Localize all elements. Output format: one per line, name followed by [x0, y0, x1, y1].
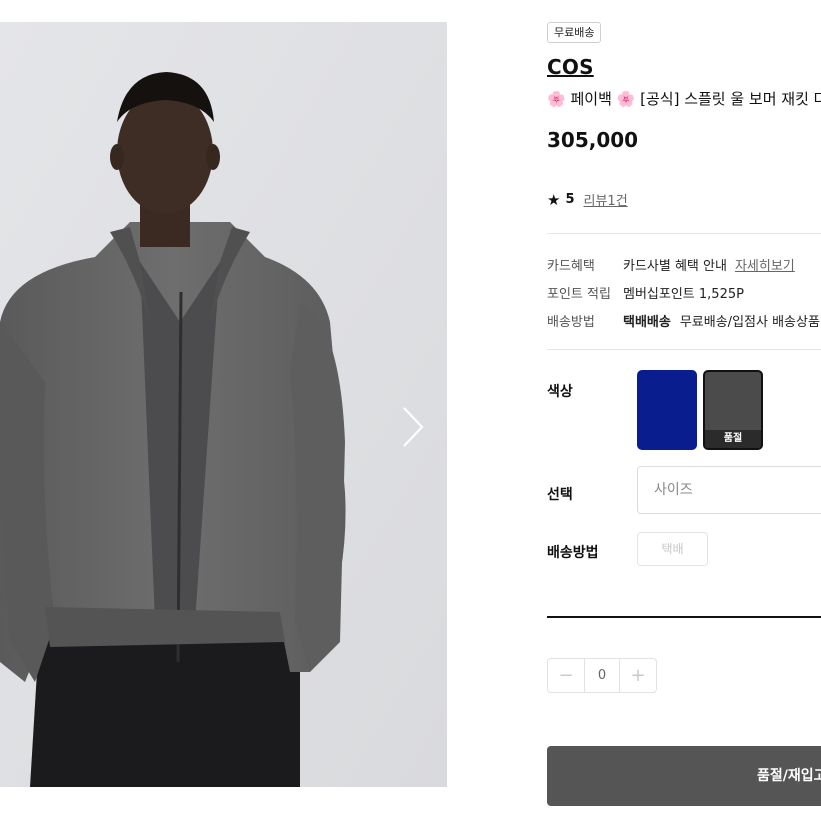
shipping-method: 택배배송	[623, 315, 671, 330]
quantity-minus-button[interactable]: −	[548, 659, 584, 692]
divider	[547, 616, 821, 618]
card-benefit-row: 카드혜택 카드사별 혜택 안내 자세히보기	[547, 255, 795, 274]
soldout-restock-button[interactable]: 품절/재입고	[547, 746, 821, 806]
size-select[interactable]: 사이즈	[637, 466, 821, 514]
divider	[547, 233, 821, 234]
divider	[547, 349, 821, 350]
product-image[interactable]	[0, 22, 447, 787]
reviews-link[interactable]: 리뷰1건	[584, 190, 628, 209]
card-benefit-label: 카드혜택	[547, 259, 595, 274]
color-swatch-navy[interactable]	[637, 370, 697, 450]
point-label: 포인트 적립	[547, 287, 611, 302]
product-price: 305,000	[547, 128, 639, 152]
free-shipping-badge: 무료배송	[547, 22, 602, 43]
quantity-value[interactable]: 0	[584, 659, 620, 692]
color-label: 색상	[547, 384, 573, 400]
brand-link[interactable]: COS	[547, 55, 594, 79]
card-benefit-value: 카드사별 혜택 안내	[623, 259, 727, 274]
product-photo-illustration	[0, 22, 447, 787]
title-payback: 페이백	[570, 90, 612, 108]
quantity-plus-button[interactable]: +	[620, 659, 656, 692]
point-row: 포인트 적립 멤버십포인트 1,525P	[547, 283, 744, 302]
point-value: 멤버십포인트 1,525P	[623, 287, 744, 302]
star-icon: ★	[547, 190, 561, 209]
chevron-right-icon[interactable]	[398, 404, 428, 450]
product-title: 🌸 페이백 🌸 [공식] 스플릿 울 보머 재킷 다	[547, 88, 821, 109]
color-swatch-gray[interactable]: 품절	[703, 370, 763, 450]
title-main: [공식] 스플릿 울 보머 재킷 다	[640, 90, 821, 108]
rating-summary: ★ 5 리뷰1건	[547, 190, 628, 210]
select-label: 선택	[547, 487, 573, 503]
card-detail-link[interactable]: 자세히보기	[735, 255, 795, 274]
delivery-option-button[interactable]: 택배	[637, 532, 708, 566]
flower-icon: 🌸	[616, 90, 636, 108]
shipping-row: 배송방법 택배배송 무료배송/입점사 배송상품	[547, 311, 820, 330]
delivery-label: 배송방법	[547, 545, 599, 561]
quantity-stepper: − 0 +	[547, 658, 657, 693]
soldout-tag: 품절	[705, 430, 761, 448]
rating-score: 5	[565, 192, 575, 207]
flower-icon: 🌸	[547, 90, 566, 108]
shipping-value: 무료배송/입점사 배송상품	[679, 315, 820, 330]
shipping-label: 배송방법	[547, 315, 595, 330]
